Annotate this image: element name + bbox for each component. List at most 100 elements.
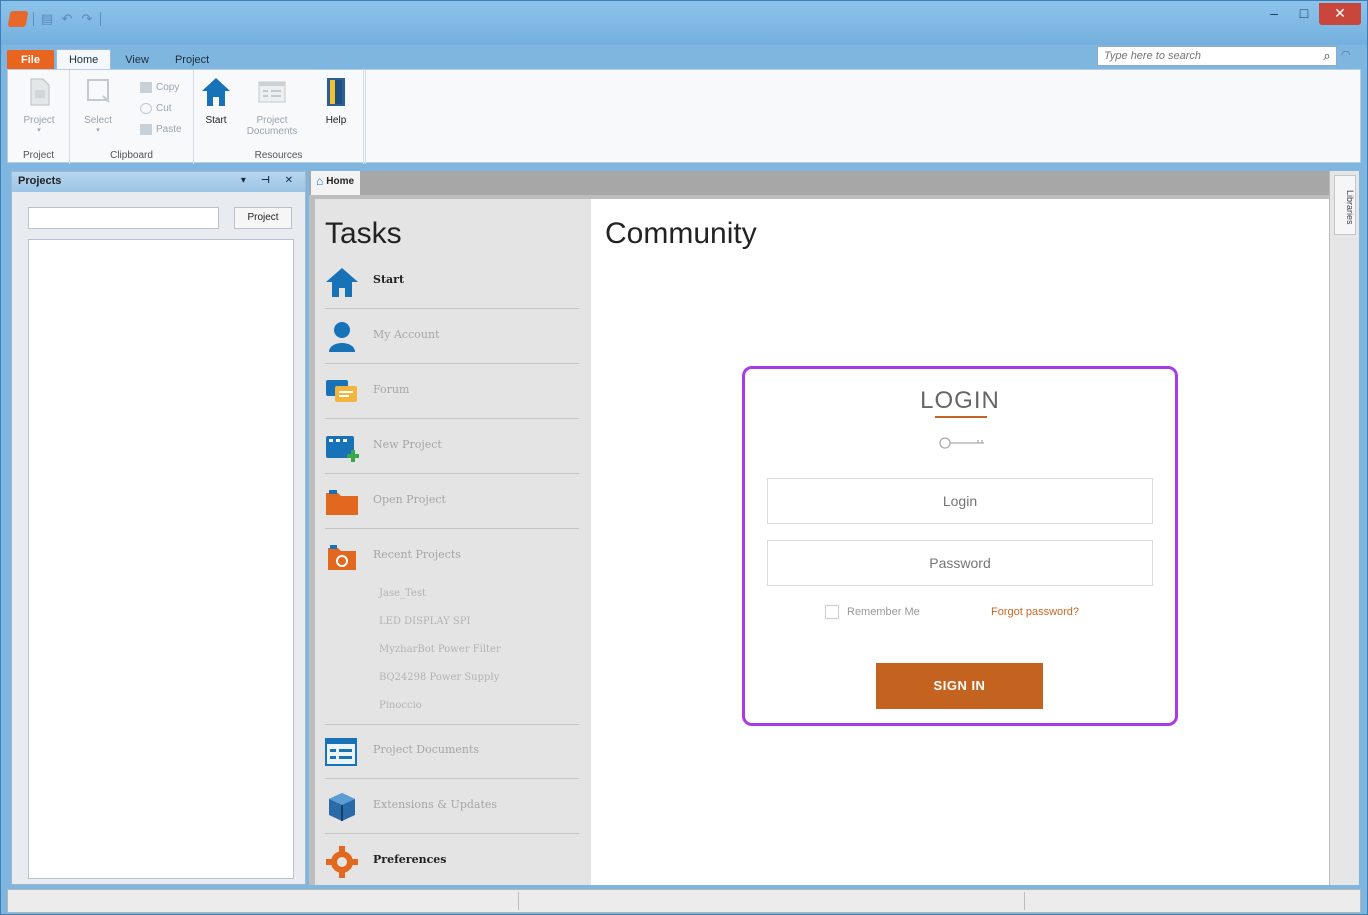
- search-icon[interactable]: ⌕: [1318, 48, 1336, 64]
- status-divider: [1024, 892, 1025, 910]
- tab-project[interactable]: Project: [163, 50, 221, 70]
- dropdown-arrow-icon: ▾: [37, 127, 41, 134]
- remember-me[interactable]: Remember Me: [825, 605, 920, 619]
- password-input[interactable]: [767, 540, 1153, 586]
- documents-icon: [325, 738, 357, 766]
- user-icon: [329, 322, 355, 352]
- help-button[interactable]: Help: [314, 76, 358, 126]
- sign-in-button[interactable]: SIGN IN: [876, 663, 1043, 709]
- paste-icon: [140, 124, 152, 135]
- undo-icon[interactable]: ↶: [60, 12, 74, 26]
- task-divider: [325, 363, 579, 364]
- home-icon: ⌂: [316, 174, 324, 188]
- tab-view[interactable]: View: [113, 50, 161, 70]
- copy-icon: [140, 82, 152, 93]
- new-project-icon: [326, 436, 359, 462]
- ribbon-collapse-icon[interactable]: ◠: [1341, 48, 1351, 61]
- paste-button[interactable]: Paste: [140, 124, 182, 135]
- task-divider: [325, 778, 579, 779]
- maximize-button[interactable]: □: [1289, 3, 1319, 25]
- select-button[interactable]: Select ▾: [76, 76, 120, 134]
- redo-icon[interactable]: ↷: [80, 12, 94, 26]
- search-box: ⌕: [1097, 46, 1337, 66]
- window-controls: – □ ✕: [1259, 3, 1361, 25]
- gear-icon: [326, 846, 358, 878]
- extensions-icon: [329, 793, 355, 821]
- status-divider: [518, 892, 519, 910]
- task-new-project[interactable]: New Project: [315, 420, 585, 474]
- projects-panel-header: Projects ▾ ⊣ ✕: [12, 172, 305, 192]
- tasks-title: Tasks: [325, 217, 402, 250]
- search-input[interactable]: [1098, 50, 1318, 62]
- project-file-icon: [30, 78, 50, 106]
- task-label: Preferences: [373, 853, 447, 866]
- task-forum[interactable]: Forum: [315, 365, 585, 419]
- title-bar: ▤ ↶ ↷ – □ ✕: [1, 1, 1367, 45]
- quick-access-toolbar: ▤ ↶ ↷: [7, 11, 101, 27]
- tab-file[interactable]: File: [7, 50, 54, 70]
- projects-list[interactable]: [28, 239, 294, 879]
- recent-projects-icon: [328, 545, 356, 570]
- home-document: Tasks Start My Account Forum New Project…: [309, 195, 1329, 885]
- task-label: Start: [373, 273, 405, 286]
- login-heading: LOGIN: [920, 387, 1000, 414]
- project-filter-input[interactable]: [28, 207, 219, 229]
- paste-label: Paste: [156, 124, 182, 135]
- recent-project-item[interactable]: Pinoccio: [379, 700, 422, 711]
- login-card: LOGIN Remember Me Forgot password? SIGN …: [742, 366, 1178, 726]
- ribbon: Project ▾ Project Select ▾ Copy Cut Past…: [7, 69, 1361, 164]
- toolbar-separator: [33, 12, 34, 26]
- minimize-button[interactable]: –: [1259, 3, 1289, 25]
- forgot-password-link[interactable]: Forgot password?: [991, 606, 1079, 618]
- dropdown-arrow-icon: ▾: [96, 127, 100, 134]
- copy-button[interactable]: Copy: [140, 82, 179, 93]
- key-icon: [939, 437, 984, 449]
- task-divider: [325, 418, 579, 419]
- folder-open-icon: [326, 490, 358, 515]
- cut-button[interactable]: Cut: [140, 103, 172, 114]
- project-documents-label-line2: Documents: [246, 126, 298, 137]
- task-extensions-updates[interactable]: Extensions & Updates: [315, 780, 585, 834]
- select-icon: [87, 79, 110, 103]
- task-label: My Account: [373, 328, 440, 341]
- recent-project-item[interactable]: BQ24298 Power Supply: [379, 672, 499, 683]
- app-logo-icon[interactable]: [7, 11, 29, 27]
- task-divider: [325, 473, 579, 474]
- task-open-project[interactable]: Open Project: [315, 475, 585, 529]
- task-label: Project Documents: [373, 743, 480, 756]
- recent-project-item[interactable]: Jase_Test: [379, 588, 426, 599]
- task-start[interactable]: Start: [315, 255, 585, 309]
- task-label: Forum: [373, 383, 410, 396]
- community-panel: Community LOGIN Remember Me Forgot passw…: [591, 199, 1329, 885]
- libraries-tab[interactable]: Libraries: [1334, 175, 1356, 235]
- project-button-label: Project: [23, 115, 55, 126]
- close-button[interactable]: ✕: [1319, 3, 1361, 25]
- save-icon[interactable]: ▤: [40, 12, 54, 26]
- select-button-label: Select: [84, 115, 112, 126]
- start-button[interactable]: Start: [194, 76, 238, 126]
- recent-project-item[interactable]: LED DISPLAY SPI: [379, 616, 470, 627]
- app-window: ▤ ↶ ↷ – □ ✕ File Home View Project ⌕ ◠: [0, 0, 1368, 915]
- community-title: Community: [605, 217, 757, 250]
- task-project-documents[interactable]: Project Documents: [315, 725, 585, 779]
- project-button[interactable]: Project ▾: [17, 76, 61, 134]
- project-documents-button[interactable]: Project Documents: [244, 76, 300, 137]
- login-input[interactable]: [767, 478, 1153, 524]
- ribbon-tabs: File Home View Project: [7, 46, 223, 70]
- tab-home-document[interactable]: ⌂ Home: [311, 171, 361, 195]
- projects-panel: Projects ▾ ⊣ ✕ Project: [11, 171, 306, 885]
- project-filter-button[interactable]: Project: [234, 207, 292, 229]
- panel-controls[interactable]: ▾ ⊣ ✕: [241, 175, 299, 186]
- remember-me-checkbox[interactable]: [825, 605, 839, 619]
- task-label: Extensions & Updates: [373, 798, 498, 811]
- help-book-icon: [327, 78, 345, 106]
- recent-project-item[interactable]: MyzharBot Power Filter: [379, 644, 501, 655]
- task-preferences[interactable]: Preferences: [315, 835, 585, 889]
- task-label: Open Project: [373, 493, 446, 506]
- task-recent-projects[interactable]: Recent Projects Jase_Test LED DISPLAY SP…: [315, 530, 585, 725]
- tab-home[interactable]: Home: [55, 49, 112, 70]
- task-my-account[interactable]: My Account: [315, 310, 585, 364]
- copy-label: Copy: [156, 82, 180, 93]
- ribbon-group-clipboard: Select ▾ Copy Cut Paste Clipboard: [70, 70, 194, 164]
- documents-icon: [258, 81, 286, 103]
